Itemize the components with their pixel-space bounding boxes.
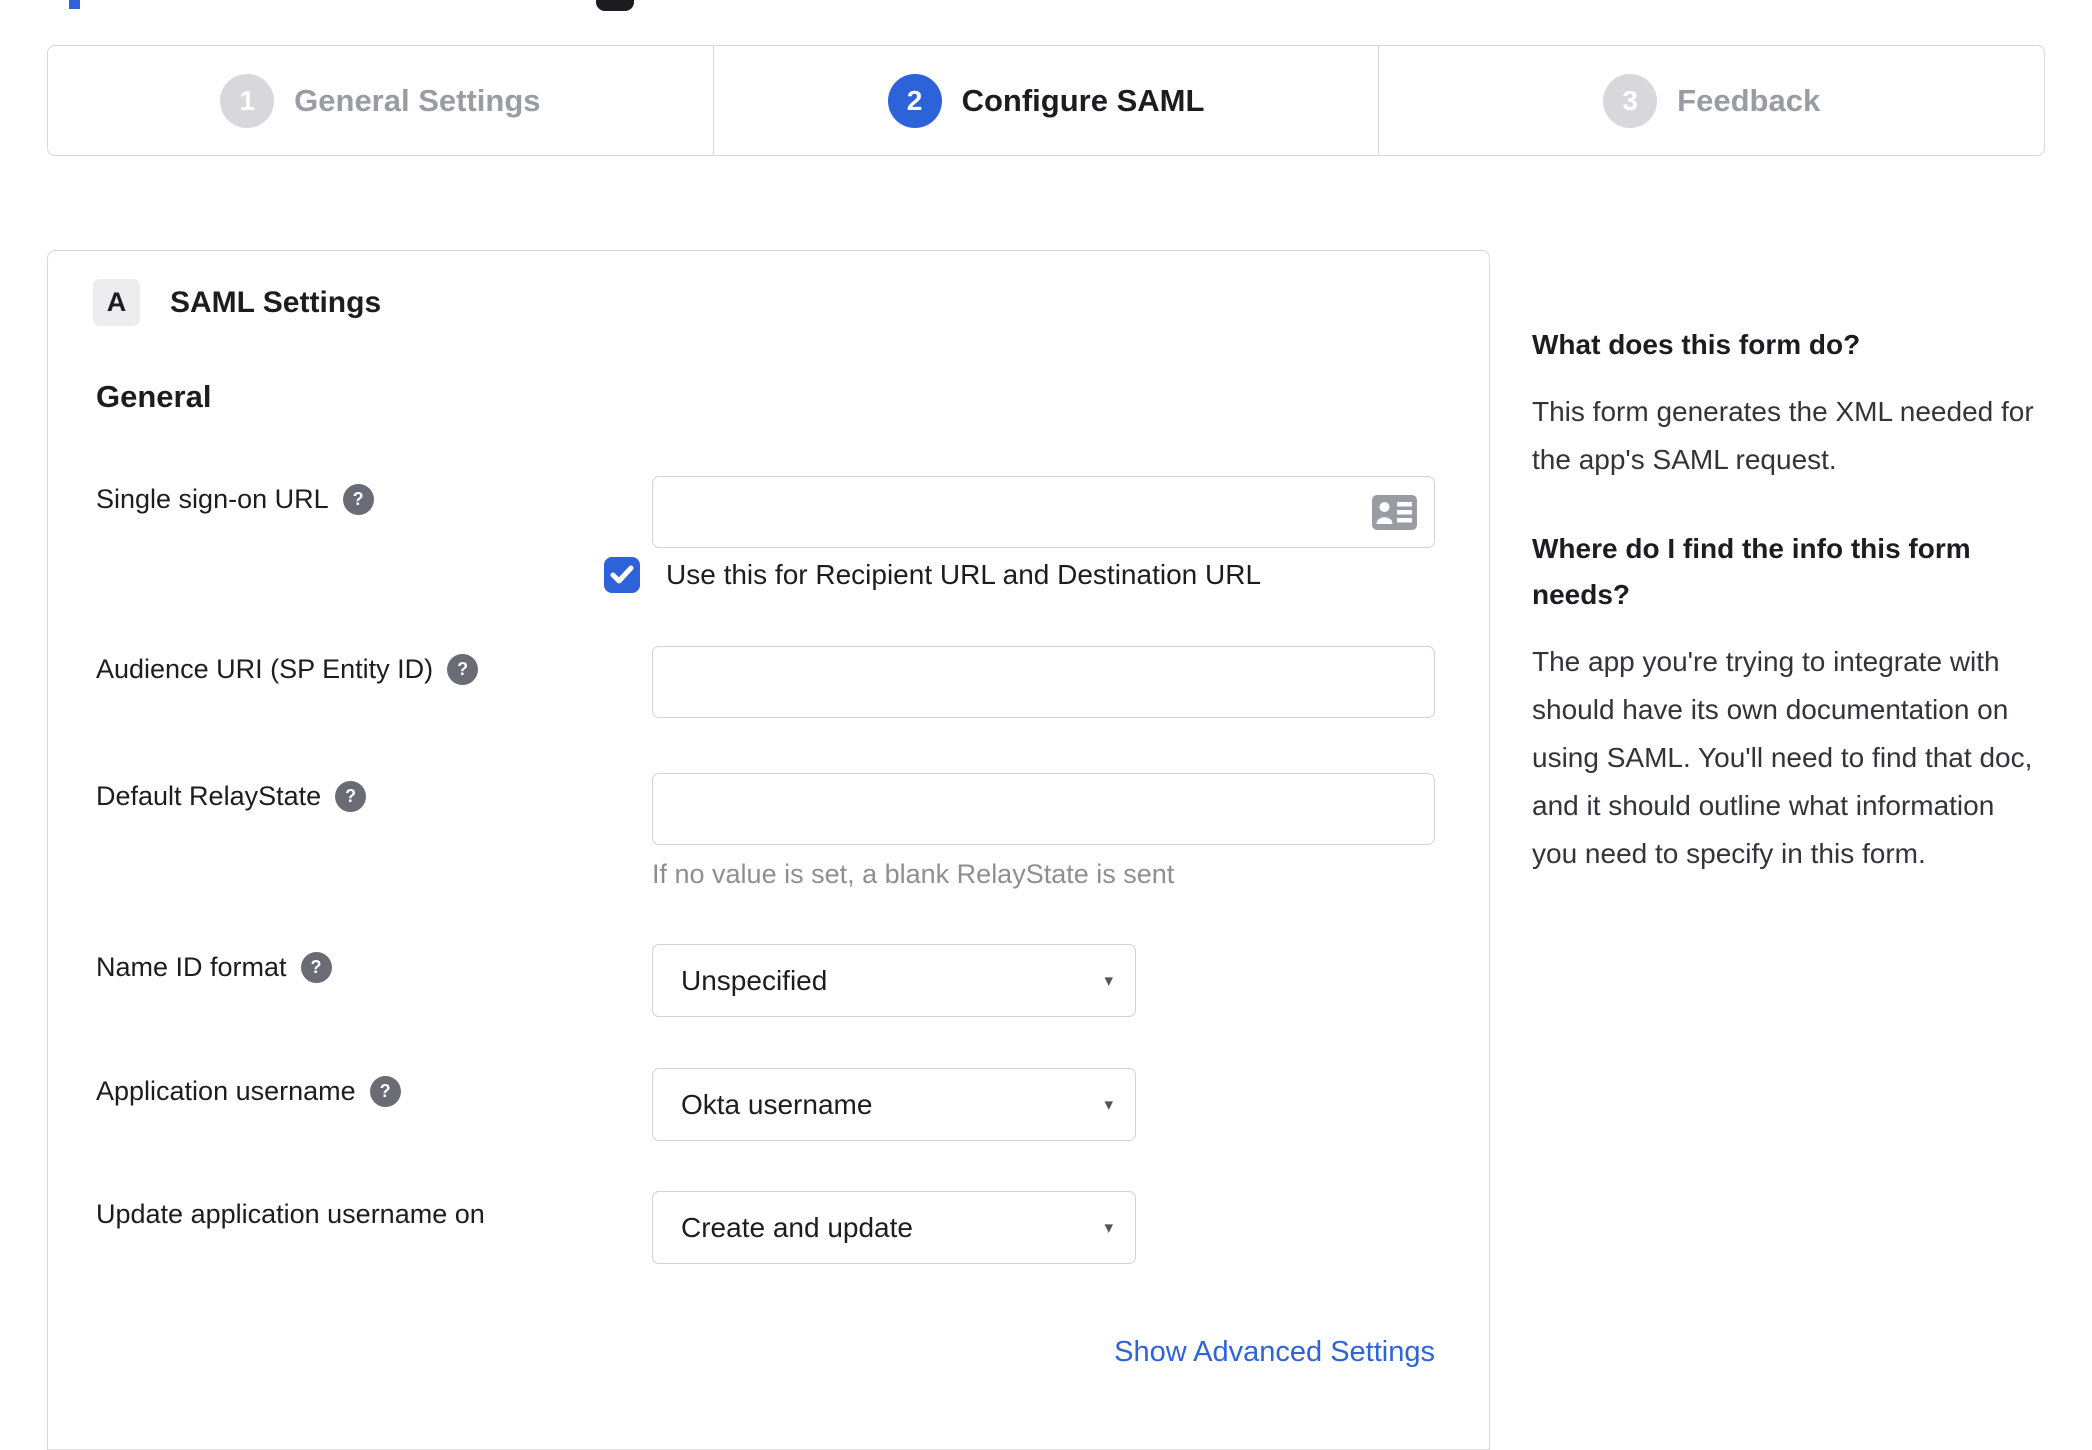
sidebar-para-where: The app you're trying to integrate with … [1532,646,2033,869]
sso-url-input[interactable] [652,476,1435,548]
sidebar-heading-where: Where do I find the info this form needs… [1532,533,1971,610]
name-id-format-select[interactable]: Unspecified ▾ [652,944,1136,1017]
help-icon[interactable]: ? [335,781,367,812]
help-icon[interactable]: ? [300,952,332,983]
step-number-badge: 2 [887,73,942,128]
default-relaystate-label: Default RelayState ? [96,781,367,812]
sidebar-heading-what: What does this form do? [1532,329,1861,360]
card-header: A SAML Settings [93,279,381,326]
chevron-down-icon: ▾ [1104,1094,1113,1114]
step-configure-saml[interactable]: 2 Configure SAML [712,46,1379,155]
recipient-url-checkbox-label: Use this for Recipient URL and Destinati… [666,559,1262,590]
audience-uri-input[interactable] [652,646,1435,718]
help-icon[interactable]: ? [369,1076,401,1107]
selected-value: Create and update [681,1211,913,1243]
step-general-settings[interactable]: 1 General Settings [48,46,713,155]
contact-card-icon[interactable] [1372,495,1417,535]
update-app-username-label: Update application username on [96,1199,485,1229]
section-a-badge: A [93,279,140,326]
recipient-url-checkbox[interactable] [604,557,640,593]
step-label: Feedback [1677,82,1821,118]
name-id-format-label: Name ID format ? [96,952,332,983]
step-number-badge: 1 [220,73,275,128]
help-icon[interactable]: ? [447,654,479,685]
saml-settings-card: A SAML Settings General Single sign-on U… [47,250,1490,1450]
card-title: SAML Settings [170,285,382,319]
checkmark-icon [610,565,634,584]
show-advanced-settings-link[interactable]: Show Advanced Settings [652,1336,1435,1369]
step-feedback[interactable]: 3 Feedback [1378,46,2044,155]
cropped-page-fragment-dark [596,0,634,11]
chevron-down-icon: ▾ [1104,1217,1113,1237]
application-username-label: Application username ? [96,1076,401,1107]
step-label: General Settings [294,82,541,118]
help-sidebar: What does this form do? This form genera… [1532,322,2037,878]
default-relaystate-input[interactable] [652,773,1435,845]
general-section-heading: General [96,379,212,414]
sso-url-label: Single sign-on URL ? [96,484,374,515]
relaystate-note: If no value is set, a blank RelayState i… [652,859,1175,889]
application-username-select[interactable]: Okta username ▾ [652,1068,1136,1141]
cropped-page-fragment-blue [69,0,80,9]
step-number-badge: 3 [1603,73,1658,128]
help-icon[interactable]: ? [342,484,374,515]
sidebar-para-what: This form generates the XML needed for t… [1532,396,2034,475]
selected-value: Okta username [681,1088,873,1120]
step-label: Configure SAML [961,82,1205,118]
chevron-down-icon: ▾ [1104,970,1113,990]
wizard-stepper: 1 General Settings 2 Configure SAML 3 Fe… [47,45,2045,156]
selected-value: Unspecified [681,964,828,996]
update-app-username-select[interactable]: Create and update ▾ [652,1191,1136,1264]
audience-uri-label: Audience URI (SP Entity ID) ? [96,654,479,685]
